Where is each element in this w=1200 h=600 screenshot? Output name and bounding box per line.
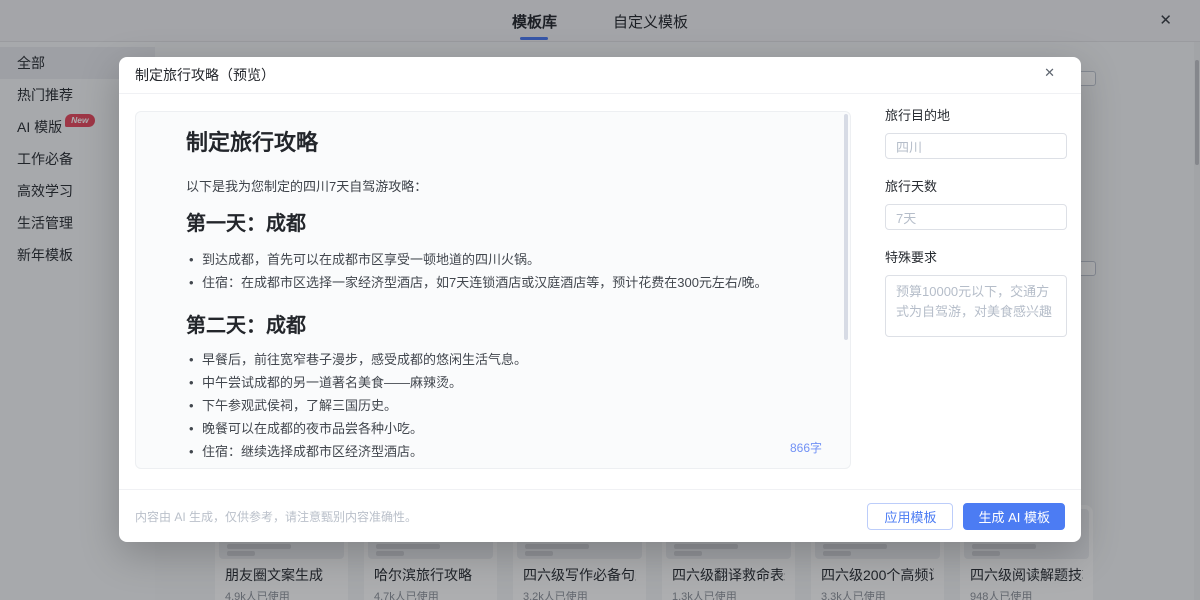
app: 模板库 自定义模板 ✕ 全部 热门推荐 AI 模版 New 工作必备 高效学习 …	[0, 0, 1200, 600]
days-input[interactable]	[885, 204, 1067, 230]
word-count: 866字	[790, 439, 822, 456]
days-label: 旅行天数	[885, 179, 1067, 195]
generate-ai-template-button[interactable]: 生成 AI 模板	[963, 503, 1065, 530]
destination-input[interactable]	[885, 133, 1067, 159]
requirements-textarea[interactable]: 预算10000元以下，交通方式为自驾游，对美食感兴趣	[885, 275, 1067, 337]
day1-list: 到达成都，首先可以在成都市区享受一顿地道的四川火锅。 住宿：在成都市区选择一家经…	[186, 248, 820, 294]
modal-header: 制定旅行攻略（预览） ✕	[119, 57, 1081, 94]
day1-heading: 第一天：成都	[186, 210, 820, 238]
list-item: 下午参观武侯祠，了解三国历史。	[186, 394, 820, 417]
ai-disclaimer: 内容由 AI 生成，仅供参考，请注意甄别内容准确性。	[135, 508, 417, 525]
list-item: 住宿：继续选择成都市区经济型酒店。	[186, 440, 820, 463]
list-item: 住宿：在成都市区选择一家经济型酒店，如7天连锁酒店或汉庭酒店等，预计花费在300…	[186, 271, 820, 294]
days-field-group: 旅行天数	[885, 179, 1067, 230]
preview-scrollbar-thumb[interactable]	[844, 114, 848, 340]
apply-template-button[interactable]: 应用模板	[867, 503, 953, 530]
destination-label: 旅行目的地	[885, 108, 1067, 124]
destination-field-group: 旅行目的地	[885, 108, 1067, 159]
document-content: 制定旅行攻略 以下是我为您制定的四川7天自驾游攻略： 第一天：成都 到达成都，首…	[136, 112, 850, 463]
requirements-field-group: 特殊要求 预算10000元以下，交通方式为自驾游，对美食感兴趣	[885, 250, 1067, 342]
requirements-label: 特殊要求	[885, 250, 1067, 266]
preview-modal: 制定旅行攻略（预览） ✕ 制定旅行攻略 以下是我为您制定的四川7天自驾游攻略： …	[119, 57, 1081, 542]
template-form: 旅行目的地 旅行天数 特殊要求 预算10000元以下，交通方式为自驾游，对美食感…	[885, 102, 1067, 362]
day2-list: 早餐后，前往宽窄巷子漫步，感受成都的悠闲生活气息。 中午尝试成都的另一道著名美食…	[186, 348, 820, 463]
modal-footer: 内容由 AI 生成，仅供参考，请注意甄别内容准确性。 应用模板 生成 AI 模板	[119, 489, 1081, 542]
document-intro: 以下是我为您制定的四川7天自驾游攻略：	[186, 178, 820, 196]
list-item: 晚餐可以在成都的夜市品尝各种小吃。	[186, 417, 820, 440]
modal-close-icon[interactable]: ✕	[1044, 65, 1055, 81]
list-item: 到达成都，首先可以在成都市区享受一顿地道的四川火锅。	[186, 248, 820, 271]
list-item: 早餐后，前往宽窄巷子漫步，感受成都的悠闲生活气息。	[186, 348, 820, 371]
list-item: 中午尝试成都的另一道著名美食——麻辣烫。	[186, 371, 820, 394]
day2-heading: 第二天：成都	[186, 312, 820, 340]
modal-title: 制定旅行攻略（预览）	[135, 65, 275, 85]
document-preview: 制定旅行攻略 以下是我为您制定的四川7天自驾游攻略： 第一天：成都 到达成都，首…	[135, 111, 851, 469]
document-title: 制定旅行攻略	[186, 128, 820, 158]
